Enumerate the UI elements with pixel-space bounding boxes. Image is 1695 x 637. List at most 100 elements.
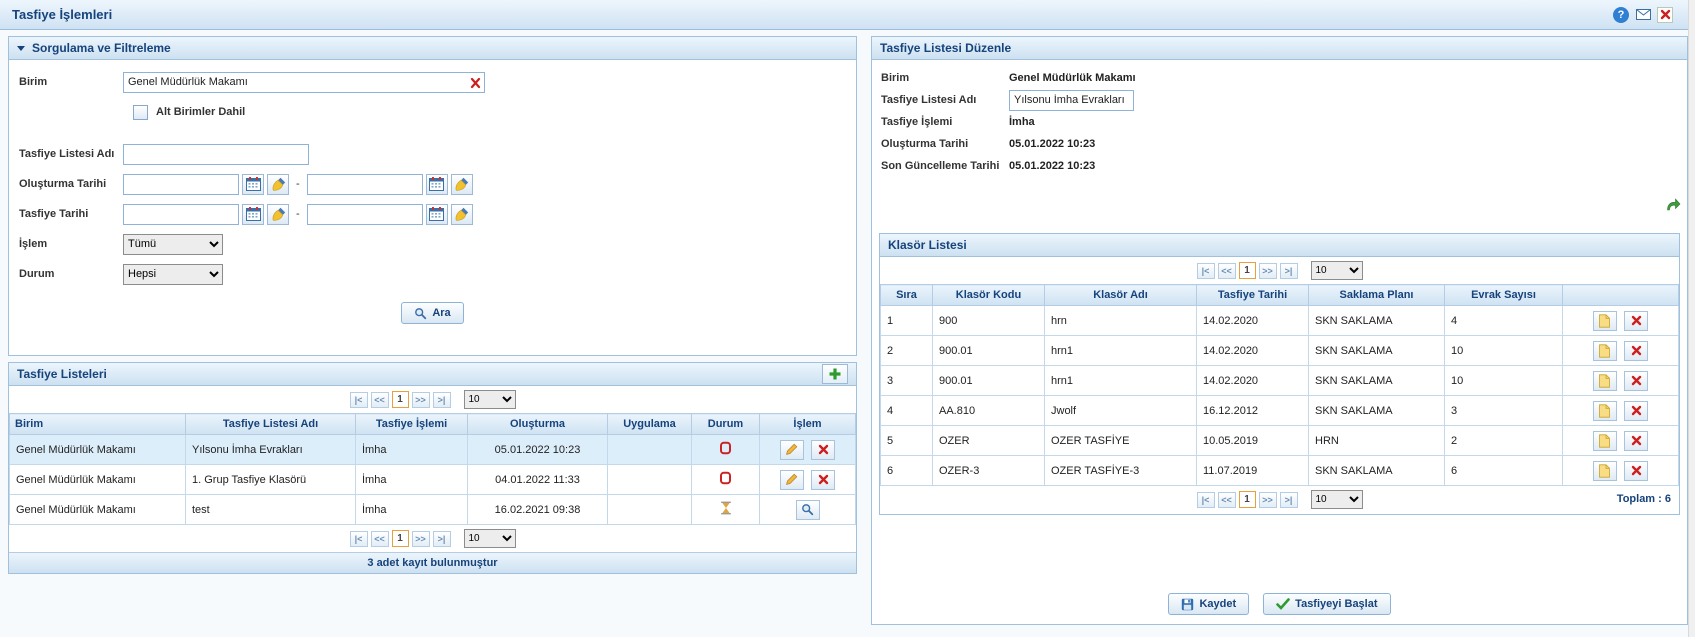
page-size-select[interactable]: 10 — [1311, 490, 1363, 509]
calendar-icon[interactable] — [242, 204, 264, 225]
pager-current-page[interactable]: 1 — [1239, 491, 1256, 508]
scrollbar[interactable] — [1688, 0, 1695, 637]
column-header[interactable]: Saklama Planı — [1309, 285, 1445, 306]
tasfiye-tarihi-start-input[interactable] — [123, 204, 239, 225]
remove-folder-button[interactable] — [1624, 341, 1648, 361]
pager-next-button[interactable]: >> — [412, 531, 430, 547]
pager-last-button[interactable]: >| — [433, 531, 451, 547]
pager-last-button[interactable]: >| — [1280, 263, 1298, 279]
olusturma-tarihi-start-input[interactable] — [123, 174, 239, 195]
table-row[interactable]: 2 900.01 hrn1 14.02.2020 SKN SAKLAMA 10 — [881, 336, 1679, 366]
clear-date-broom-icon[interactable] — [267, 204, 289, 225]
open-folder-button[interactable] — [1593, 461, 1617, 481]
pager-next-button[interactable]: >> — [1259, 492, 1277, 508]
table-row[interactable]: 1 900 hrn 14.02.2020 SKN SAKLAMA 4 — [881, 306, 1679, 336]
clear-date-broom-icon[interactable] — [267, 174, 289, 195]
pager-prev-button[interactable]: << — [1218, 263, 1236, 279]
pager-current-page[interactable]: 1 — [392, 391, 409, 408]
page-size-select[interactable]: 10 — [464, 390, 516, 409]
table-row[interactable]: 3 900.01 hrn1 14.02.2020 SKN SAKLAMA 10 — [881, 366, 1679, 396]
cell-tarih: 14.02.2020 — [1197, 366, 1309, 396]
table-row[interactable]: 6 OZER-3 OZER TASFİYE-3 11.07.2019 SKN S… — [881, 456, 1679, 486]
open-folder-button[interactable] — [1593, 371, 1617, 391]
page-size-select[interactable]: 10 — [1311, 261, 1363, 280]
column-header[interactable]: Sıra — [881, 285, 933, 306]
table-row[interactable]: Genel Müdürlük Makamı Yılsonu İmha Evrak… — [10, 435, 856, 465]
table-row[interactable]: 5 OZER OZER TASFİYE 10.05.2019 HRN 2 — [881, 426, 1679, 456]
column-header[interactable]: Klasör Adı — [1045, 285, 1197, 306]
column-header[interactable]: Oluşturma — [468, 414, 608, 435]
pager-next-button[interactable]: >> — [412, 392, 430, 408]
pager-first-button[interactable]: |< — [1197, 492, 1215, 508]
column-header[interactable]: Evrak Sayısı — [1445, 285, 1563, 306]
birim-input[interactable] — [123, 72, 485, 93]
pager-current-page[interactable]: 1 — [1239, 262, 1256, 279]
view-button[interactable] — [796, 500, 820, 520]
close-icon[interactable] — [1657, 7, 1673, 23]
remove-folder-button[interactable] — [1624, 371, 1648, 391]
edit-button[interactable] — [780, 440, 804, 460]
document-icon — [1598, 344, 1611, 358]
collapse-icon[interactable] — [17, 46, 25, 51]
remove-folder-button[interactable] — [1624, 431, 1648, 451]
pager-first-button[interactable]: |< — [350, 531, 368, 547]
mail-icon[interactable] — [1635, 7, 1651, 23]
pager-next-button[interactable]: >> — [1259, 263, 1277, 279]
alt-birimler-checkbox[interactable] — [133, 105, 148, 120]
tasfiye-listesi-adi-edit-input[interactable] — [1009, 90, 1134, 111]
search-button[interactable]: Ara — [401, 302, 463, 324]
save-button[interactable]: Kaydet — [1168, 593, 1249, 615]
olusturma-tarihi-end-input[interactable] — [307, 174, 423, 195]
remove-folder-button[interactable] — [1624, 311, 1648, 331]
add-list-button[interactable] — [822, 364, 848, 384]
column-header[interactable]: Tasfiye Tarihi — [1197, 285, 1309, 306]
open-folder-button[interactable] — [1593, 401, 1617, 421]
delete-button[interactable] — [811, 440, 835, 460]
pager-current-page[interactable]: 1 — [392, 530, 409, 547]
clear-date-broom-icon[interactable] — [451, 204, 473, 225]
page-size-select[interactable]: 10 — [464, 529, 516, 548]
column-header[interactable]: Klasör Kodu — [933, 285, 1045, 306]
open-folder-button[interactable] — [1593, 311, 1617, 331]
open-folder-button[interactable] — [1593, 431, 1617, 451]
pager-first-button[interactable]: |< — [350, 392, 368, 408]
edit-button[interactable] — [780, 470, 804, 490]
tasfiye-listesi-adi-input[interactable] — [123, 144, 309, 165]
table-row[interactable]: 4 AA.810 Jwolf 16.12.2012 SKN SAKLAMA 3 — [881, 396, 1679, 426]
islem-select[interactable]: Tümü — [123, 234, 223, 255]
help-icon[interactable]: ? — [1613, 7, 1629, 23]
remove-folder-button[interactable] — [1624, 401, 1648, 421]
pager-prev-button[interactable]: << — [371, 392, 389, 408]
calendar-icon[interactable] — [242, 174, 264, 195]
cell-kodu: AA.810 — [933, 396, 1045, 426]
durum-select[interactable]: Hepsi — [123, 264, 223, 285]
pager-last-button[interactable]: >| — [433, 392, 451, 408]
column-header[interactable]: Birim — [10, 414, 186, 435]
open-folder-button[interactable] — [1593, 341, 1617, 361]
cell-sira: 5 — [881, 426, 933, 456]
column-header[interactable]: İşlem — [760, 414, 856, 435]
column-header[interactable]: Tasfiye Listesi Adı — [186, 414, 356, 435]
column-header[interactable]: Tasfiye İşlemi — [356, 414, 468, 435]
green-arrow-icon[interactable] — [1665, 197, 1681, 211]
cell-evrak: 4 — [1445, 306, 1563, 336]
delete-button[interactable] — [811, 470, 835, 490]
filter-panel-header[interactable]: Sorgulama ve Filtreleme — [9, 37, 856, 60]
calendar-icon[interactable] — [426, 204, 448, 225]
clear-birim-icon[interactable] — [470, 76, 481, 89]
column-header[interactable]: Durum — [692, 414, 760, 435]
remove-folder-button[interactable] — [1624, 461, 1648, 481]
table-row[interactable]: Genel Müdürlük Makamı test İmha 16.02.20… — [10, 495, 856, 525]
table-row[interactable]: Genel Müdürlük Makamı 1. Grup Tasfiye Kl… — [10, 465, 856, 495]
status-waiting-hourglass-icon — [720, 501, 732, 515]
pager-prev-button[interactable]: << — [1218, 492, 1236, 508]
pager-prev-button[interactable]: << — [371, 531, 389, 547]
calendar-icon[interactable] — [426, 174, 448, 195]
pager-first-button[interactable]: |< — [1197, 263, 1215, 279]
start-tasfiye-button[interactable]: Tasfiyeyi Başlat — [1263, 593, 1390, 615]
clear-date-broom-icon[interactable] — [451, 174, 473, 195]
pager-last-button[interactable]: >| — [1280, 492, 1298, 508]
column-header[interactable]: Uygulama — [608, 414, 692, 435]
tasfiye-tarihi-end-input[interactable] — [307, 204, 423, 225]
cell-kodu: 900.01 — [933, 336, 1045, 366]
